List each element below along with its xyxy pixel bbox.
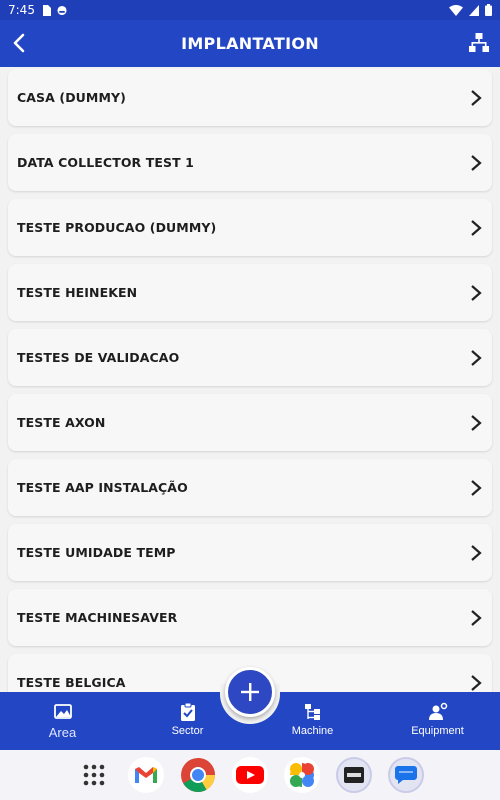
nav-tab-area[interactable]: Area <box>0 692 125 750</box>
app-drawer-icon[interactable] <box>76 757 112 793</box>
clipboard-check-icon <box>180 702 195 721</box>
chevron-right-icon <box>471 544 482 561</box>
list-item-label: CASA (DUMMY) <box>17 90 126 105</box>
list-item-label: TESTES DE VALIDACAO <box>17 350 180 365</box>
list-item-label: TESTE UMIDADE TEMP <box>17 545 176 560</box>
image-icon <box>53 704 72 719</box>
list-item-label: DATA COLLECTOR TEST 1 <box>17 155 194 170</box>
list-item[interactable]: DATA COLLECTOR TEST 1 <box>8 134 492 191</box>
nav-label-sector: Sector <box>171 725 204 737</box>
list-item[interactable]: TESTE UMIDADE TEMP <box>8 524 492 581</box>
chevron-right-icon <box>471 219 482 236</box>
list-item-label: TESTE AAP INSTALAÇÃO <box>17 480 188 495</box>
list-item[interactable]: TESTE MACHINESAVER <box>8 589 492 646</box>
chevron-right-icon <box>471 414 482 431</box>
cell-signal-icon <box>469 4 479 16</box>
messages-icon[interactable] <box>388 757 424 793</box>
youtube-logo <box>236 766 264 784</box>
chevron-right-icon <box>471 284 482 301</box>
implantation-list: CASA (DUMMY) DATA COLLECTOR TEST 1 TESTE… <box>0 67 500 692</box>
photos-icon[interactable] <box>284 757 320 793</box>
grid-dots-icon <box>83 764 105 786</box>
status-time: 7:45 <box>8 3 35 17</box>
hierarchy-icon <box>304 704 320 720</box>
notification-icon <box>57 5 67 15</box>
list-item[interactable]: CASA (DUMMY) <box>8 69 492 126</box>
list-item[interactable]: TESTE AAP INSTALAÇÃO <box>8 459 492 516</box>
nav-label-equipment: Equipment <box>411 725 464 737</box>
battery-icon <box>485 4 492 16</box>
system-dock <box>0 750 500 800</box>
photos-logo <box>290 763 314 787</box>
gmail-icon[interactable] <box>128 757 164 793</box>
list-item-label: TESTE HEINEKEN <box>17 285 138 300</box>
hierarchy-icon[interactable] <box>468 32 490 54</box>
status-bar: 7:45 <box>0 0 500 20</box>
app-icon[interactable] <box>336 757 372 793</box>
list-item[interactable]: TESTE PRODUCAO (DUMMY) <box>8 199 492 256</box>
app-logo <box>344 767 364 783</box>
gmail-logo <box>135 767 157 783</box>
engineer-icon <box>428 702 447 720</box>
list-item-label: TESTE AXON <box>17 415 106 430</box>
list-item[interactable]: TESTE HEINEKEN <box>8 264 492 321</box>
sim-icon <box>42 4 51 16</box>
list-item-label: TESTE PRODUCAO (DUMMY) <box>17 220 217 235</box>
chevron-right-icon <box>471 349 482 366</box>
messages-logo <box>395 766 417 784</box>
chevron-right-icon <box>471 154 482 171</box>
nav-label-area: Area <box>48 725 77 740</box>
list-item[interactable]: TESTE AXON <box>8 394 492 451</box>
plus-icon <box>241 683 259 701</box>
app-bar: IMPLANTATION <box>0 20 500 67</box>
add-button[interactable] <box>225 667 275 717</box>
list-item[interactable]: TESTES DE VALIDACAO <box>8 329 492 386</box>
nav-tab-equipment[interactable]: Equipment <box>375 692 500 750</box>
chevron-right-icon <box>471 479 482 496</box>
wifi-icon <box>449 4 463 16</box>
chrome-logo <box>181 758 215 792</box>
chevron-right-icon <box>471 89 482 106</box>
chevron-right-icon <box>471 609 482 626</box>
nav-label-machine: Machine <box>291 725 334 737</box>
back-arrow-icon[interactable] <box>8 31 32 55</box>
chevron-right-icon <box>471 674 482 691</box>
page-title: IMPLANTATION <box>181 34 319 53</box>
list-item-label: TESTE MACHINESAVER <box>17 610 178 625</box>
youtube-icon[interactable] <box>232 757 268 793</box>
chrome-icon[interactable] <box>180 757 216 793</box>
